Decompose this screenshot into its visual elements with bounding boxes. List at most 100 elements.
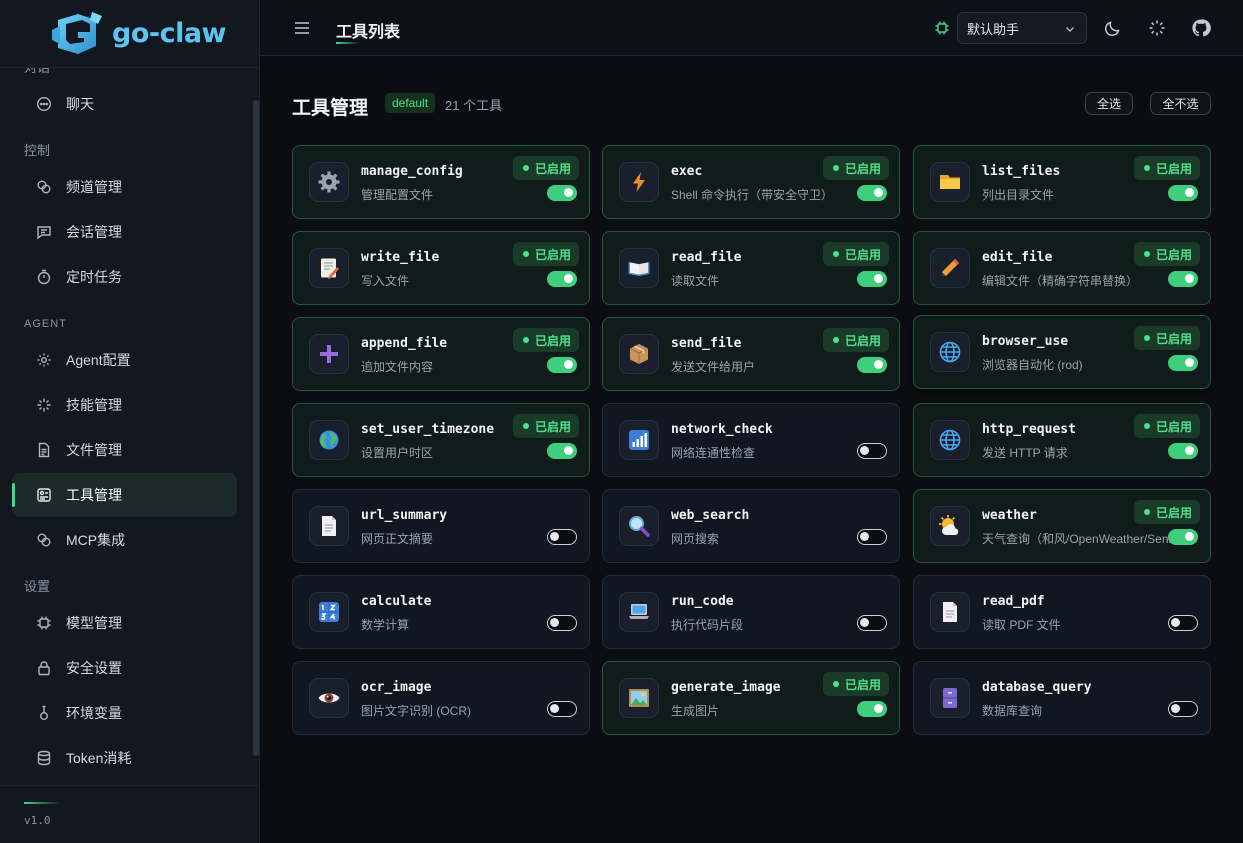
tool-name: exec	[671, 164, 703, 179]
nav-section-control: 控制	[24, 143, 51, 158]
sidebar-item-cron[interactable]: 定时任务	[12, 255, 237, 299]
logo[interactable]: go-claw	[0, 0, 259, 68]
status-dot	[522, 423, 529, 429]
sidebar-item-agent-config[interactable]: Agent配置	[12, 338, 237, 382]
sidebar-scrollbar[interactable]	[253, 100, 259, 756]
tool-toggle[interactable]	[1168, 701, 1198, 717]
menu-icon[interactable]	[292, 18, 312, 38]
nav-section-settings: 设置	[24, 579, 51, 594]
sidebar-item-sessions[interactable]: 会话管理	[12, 210, 237, 254]
gear-icon	[309, 162, 349, 202]
tool-card-url-summary[interactable]: url_summary 网页正文摘要	[292, 489, 590, 563]
tool-toggle[interactable]	[547, 615, 577, 631]
tool-toggle[interactable]	[857, 271, 887, 287]
tool-card-run-code[interactable]: run_code 执行代码片段	[602, 575, 900, 649]
tool-toggle[interactable]	[1168, 615, 1198, 631]
status-label: 已启用	[1155, 505, 1192, 520]
tool-toggle[interactable]	[1168, 355, 1198, 371]
tool-toggle[interactable]	[547, 443, 577, 459]
sidebar-item-files[interactable]: 文件管理	[12, 428, 237, 472]
assistant-select[interactable]: 默认助手	[957, 12, 1087, 44]
tool-toggle[interactable]	[547, 185, 577, 201]
sidebar-item-skills[interactable]: 技能管理	[12, 383, 237, 427]
tool-name: database_query	[982, 680, 1092, 695]
magnifier-icon	[619, 506, 659, 546]
tool-toggle[interactable]	[857, 357, 887, 373]
tool-description: 网页搜索	[671, 532, 720, 546]
page-title[interactable]: 工具列表	[336, 18, 400, 42]
tool-card-network-check[interactable]: network_check 网络连通性检查	[602, 403, 900, 477]
link-icon	[36, 532, 52, 548]
nav-section-agent: AGENT	[24, 318, 67, 330]
status-label: 已启用	[1155, 331, 1192, 346]
tool-toggle[interactable]	[547, 701, 577, 717]
select-all-button[interactable]: 全选	[1085, 92, 1133, 115]
sidebar-item-env[interactable]: 环境变量	[12, 691, 237, 735]
status-dot	[522, 251, 529, 257]
tool-toggle[interactable]	[547, 529, 577, 545]
status-dot	[522, 165, 529, 171]
tool-toggle[interactable]	[857, 701, 887, 717]
sidebar-item-mcp[interactable]: MCP集成	[12, 518, 237, 562]
tool-name: read_pdf	[982, 594, 1045, 609]
tool-card-http-request[interactable]: http_request 发送 HTTP 请求 已启用	[913, 403, 1211, 477]
profile-badge: default	[385, 93, 436, 113]
sidebar-item-token[interactable]: Token消耗	[12, 736, 237, 780]
sidebar-item-label: Token消耗	[66, 750, 132, 766]
tool-name: list_files	[982, 164, 1061, 179]
tool-toggle[interactable]	[857, 185, 887, 201]
tool-card-write-file[interactable]: write_file 写入文件 已启用	[292, 231, 590, 305]
tool-card-browser-use[interactable]: browser_use 浏览器自动化 (rod) 已启用	[913, 315, 1211, 389]
sidebar-item-chat[interactable]: 聊天	[12, 82, 237, 126]
sidebar-item-label: 工具管理	[66, 487, 122, 503]
sidebar-item-models[interactable]: 模型管理	[12, 601, 237, 645]
tool-toggle[interactable]	[1168, 271, 1198, 287]
tool-toggle[interactable]	[547, 357, 577, 373]
tool-card-append-file[interactable]: append_file 追加文件内容 已启用	[292, 317, 590, 391]
tool-card-ocr-image[interactable]: ocr_image 图片文字识别 (OCR)	[292, 661, 590, 735]
folder-icon	[930, 162, 970, 202]
tool-card-database-query[interactable]: database_query 数据库查询	[913, 661, 1211, 735]
tool-card-weather[interactable]: weather 天气查询（和风/OpenWeather/Seniverse） 已…	[913, 489, 1211, 563]
select-none-button[interactable]: 全不选	[1150, 92, 1211, 115]
tool-card-exec[interactable]: exec Shell 命令执行（带安全守卫） 已启用	[602, 145, 900, 219]
tool-toggle[interactable]	[1168, 443, 1198, 459]
tool-name: url_summary	[361, 508, 448, 523]
tool-toggle[interactable]	[857, 529, 887, 545]
github-icon[interactable]	[1191, 18, 1211, 38]
tool-name: calculate	[361, 594, 432, 609]
tool-description: 网络连通性检查	[671, 446, 756, 460]
tool-name: network_check	[671, 422, 773, 437]
tool-toggle[interactable]	[857, 615, 887, 631]
tool-card-calculate[interactable]: calculate 数学计算	[292, 575, 590, 649]
sidebar-item-tools[interactable]: 工具管理	[12, 473, 237, 517]
tool-name: set_user_timezone	[361, 422, 495, 437]
status-label: 已启用	[844, 161, 881, 176]
status-badge: 已启用	[822, 156, 889, 180]
tool-card-read-file[interactable]: read_file 读取文件 已启用	[602, 231, 900, 305]
loader-icon[interactable]	[1147, 18, 1167, 38]
tool-toggle[interactable]	[1168, 185, 1198, 201]
file-icon	[36, 442, 52, 458]
open-book-icon	[619, 248, 659, 288]
tool-toggle[interactable]	[1168, 529, 1198, 545]
tool-toggle[interactable]	[857, 443, 887, 459]
sidebar-item-security[interactable]: 安全设置	[12, 646, 237, 690]
tool-card-list-files[interactable]: list_files 列出目录文件 已启用	[913, 145, 1211, 219]
tool-card-send-file[interactable]: send_file 发送文件给用户 已启用	[602, 317, 900, 391]
globe-icon	[930, 420, 970, 460]
tool-card-web-search[interactable]: web_search 网页搜索	[602, 489, 900, 563]
tool-card-manage-config[interactable]: manage_config 管理配置文件 已启用	[292, 145, 590, 219]
status-badge: 已启用	[512, 156, 579, 180]
tool-toggle[interactable]	[547, 271, 577, 287]
tool-card-edit-file[interactable]: edit_file 编辑文件（精确字符串替换） 已启用	[913, 231, 1211, 305]
moon-icon[interactable]	[1103, 18, 1123, 38]
sidebar-item-channels[interactable]: 频道管理	[12, 165, 237, 209]
tool-card-read-pdf[interactable]: read_pdf 读取 PDF 文件	[913, 575, 1211, 649]
tool-description: 浏览器自动化 (rod)	[982, 358, 1083, 372]
tool-card-generate-image[interactable]: generate_image 生成图片 已启用	[602, 661, 900, 735]
tool-name: read_file	[671, 250, 742, 265]
tool-description: 天气查询（和风/OpenWeather/Seniverse）	[982, 532, 1190, 546]
timer-icon	[36, 269, 52, 285]
tool-card-set-user-timezone[interactable]: set_user_timezone 设置用户时区 已启用	[292, 403, 590, 477]
